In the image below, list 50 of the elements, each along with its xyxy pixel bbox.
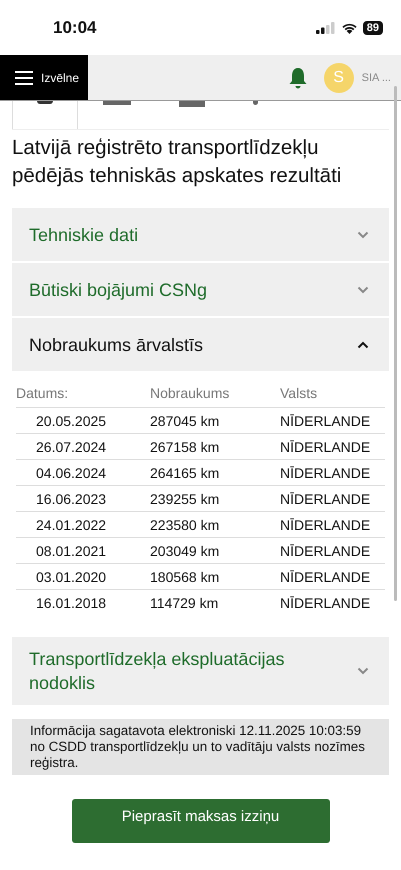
table-cell: NĪDERLANDE [280,512,385,538]
table-cell: NĪDERLANDE [280,408,385,434]
accordion-header[interactable]: Būtiski bojājumi CSNg [12,263,389,316]
table-cell: 16.06.2023 [16,486,150,512]
table-cell: 16.01.2018 [16,590,150,615]
table-cell: NĪDERLANDE [280,486,385,512]
account-name[interactable]: SIA ... [362,72,391,84]
table-cell: 26.07.2024 [16,434,150,460]
table-cell: 20.05.2025 [16,408,150,434]
column-header: Nobraukums [150,379,280,408]
table-cell: 114729 km [150,590,280,615]
battery-level: 89 [362,20,383,34]
table-cell: 03.01.2020 [16,564,150,590]
table-cell: 223580 km [150,512,280,538]
table-cell: 04.06.2024 [16,460,150,486]
partial-icon [103,101,131,105]
bell-icon[interactable] [288,66,308,88]
accordion-header[interactable]: Tehniskie dati [12,208,389,261]
request-button[interactable]: Pieprasīt maksas izziņu [72,799,330,843]
table-cell: 08.01.2021 [16,538,150,564]
partial-icon [253,101,258,105]
table-cell: 24.01.2022 [16,512,150,538]
page-title: Latvijā reģistrēto transportlīdzekļu pēdējās tehniskās apskates rezultāti [12,135,342,189]
partial-icon [37,101,53,104]
menu-button[interactable]: Izvēlne [0,55,88,100]
table-cell: NĪDERLANDE [280,434,385,460]
column-header: Datums: [16,379,150,408]
accordion-header[interactable]: Nobraukums ārvalstīs [12,318,389,371]
chevron-icon [357,667,369,675]
table-cell: NĪDERLANDE [280,564,385,590]
table-cell: NĪDERLANDE [280,460,385,486]
column-header: Valsts [280,379,385,408]
chevron-icon [357,340,369,348]
table-cell: 267158 km [150,434,280,460]
info-note: Informācija sagatavota elektroniski 12.11.2025 10:03:59 no CSDD transportlīdzekļu un to vadītāju valsts nozīmes reģistra. [12,719,389,775]
table-cell: 180568 km [150,564,280,590]
table-cell: 203049 km [150,538,280,564]
table-cell: NĪDERLANDE [280,538,385,564]
chevron-icon [357,230,369,238]
table-cell: 239255 km [150,486,280,512]
table-cell: NĪDERLANDE [280,590,385,615]
menu-icon [15,70,33,84]
wifi-icon [340,22,358,34]
signal-icon [316,22,336,34]
table-cell: 287045 km [150,408,280,434]
accordion-header[interactable]: Transportlīdzekļa ekspluatācijas nodoklis [12,637,389,705]
chevron-icon [357,286,369,294]
table-cell: 264165 km [150,460,280,486]
partial-icon [179,101,205,107]
status-time: 10:04 [53,18,96,38]
